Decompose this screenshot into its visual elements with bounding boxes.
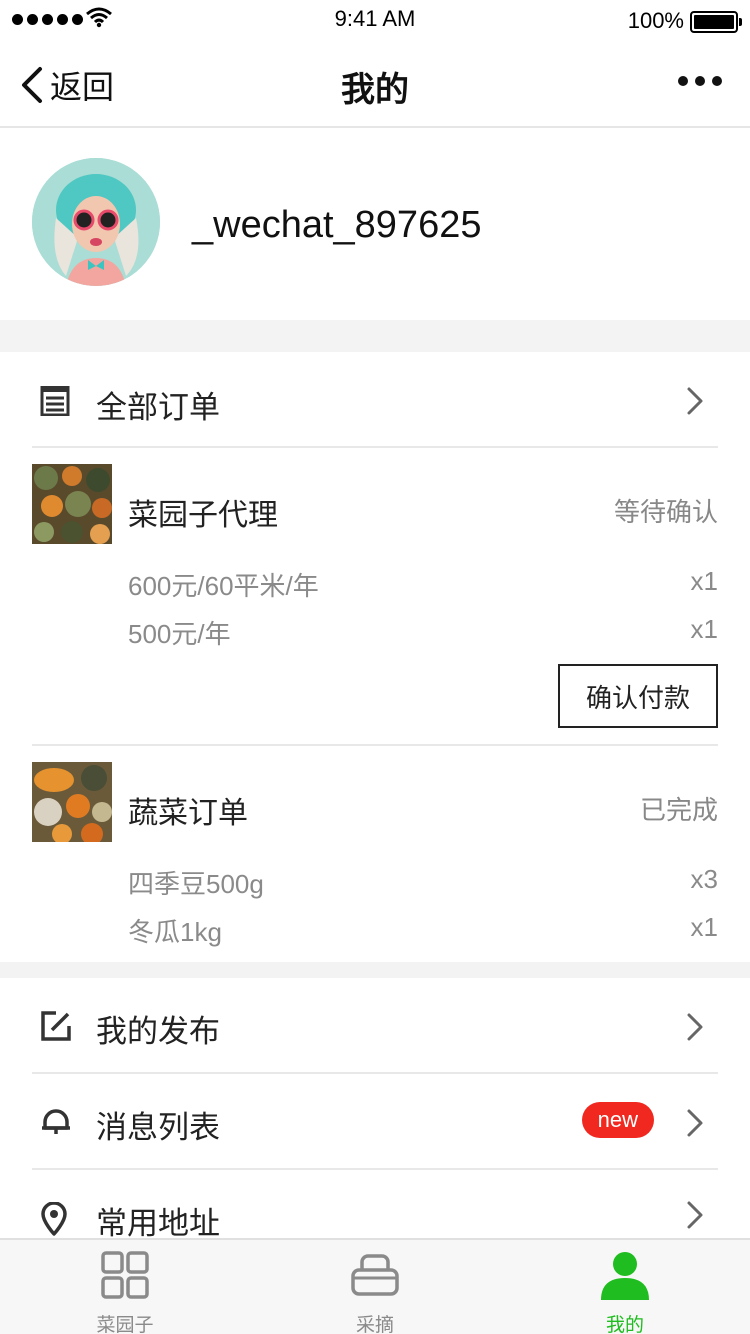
order-item-name: 冬瓜1kg [128,917,222,947]
order-title: 菜园子代理 [128,498,278,533]
profile-card: _wechat_897625 [0,128,750,320]
battery-percent: 100% [627,8,684,33]
chevron-right-icon [687,1201,703,1229]
saved-addresses-row[interactable]: 常用地址 [0,1170,750,1238]
order-title: 蔬菜订单 [128,796,248,831]
battery-icon [690,11,742,33]
order-thumbnail [32,762,112,842]
order-item-name: 500元/年 [128,619,231,649]
tab-mine[interactable]: 我的 [500,1240,750,1334]
order-status: 已完成 [639,796,718,826]
order-status: 等待确认 [613,498,718,528]
message-list-row[interactable]: 消息列表 new [0,1074,750,1170]
order-item-qty: x1 [690,566,718,596]
tab-label: 菜园子 [96,1314,154,1334]
orders-section: 全部订单 菜园子代理 等待确认 600元/60平米/年 x1 500元/年 x1… [0,352,750,962]
menu-section: 我的发布 消息列表 new 常用地址 [0,978,750,1238]
tab-label: 采摘 [355,1314,394,1334]
back-label: 返回 [50,68,115,106]
confirm-payment-button[interactable]: 确认付款 [558,664,718,728]
order-item-qty: x3 [690,864,718,894]
avatar[interactable] [32,158,160,286]
status-bar: 9:41 AM 100% [0,0,750,40]
back-button[interactable]: 返回 [18,62,114,108]
tab-garden[interactable]: 菜园子 [0,1240,250,1334]
chevron-right-icon [687,1013,703,1041]
order-thumbnail [32,464,112,544]
tab-bar: 菜园子 采摘 我的 [0,1238,750,1334]
tab-picking[interactable]: 采摘 [250,1240,500,1334]
menu-label: 常用地址 [96,1206,220,1238]
tab-label: 我的 [605,1314,644,1334]
username: _wechat_897625 [192,204,482,246]
location-pin-icon [41,1202,67,1236]
grid-icon [101,1251,149,1299]
order-list-icon [40,386,70,416]
basket-icon [351,1254,399,1296]
more-options-icon[interactable] [678,76,722,86]
all-orders-label: 全部订单 [96,390,220,426]
new-badge: new [581,1102,654,1138]
edit-icon [41,1011,71,1041]
my-posts-row[interactable]: 我的发布 [0,978,750,1074]
chevron-right-icon [687,1109,703,1137]
divider [32,744,718,746]
order-item-qty: x1 [690,912,718,942]
order-item-qty: x1 [690,614,718,644]
order-item-name: 四季豆500g [128,869,264,899]
nav-bar: 返回 我的 [0,40,750,128]
all-orders-row[interactable]: 全部订单 [0,352,750,448]
bell-icon [42,1109,70,1134]
user-icon [601,1252,649,1300]
order-item-name: 600元/60平米/年 [128,571,319,601]
menu-label: 消息列表 [96,1110,220,1146]
chevron-right-icon [687,387,703,415]
menu-label: 我的发布 [96,1014,220,1050]
chevron-left-icon [22,67,42,103]
divider [32,446,718,448]
